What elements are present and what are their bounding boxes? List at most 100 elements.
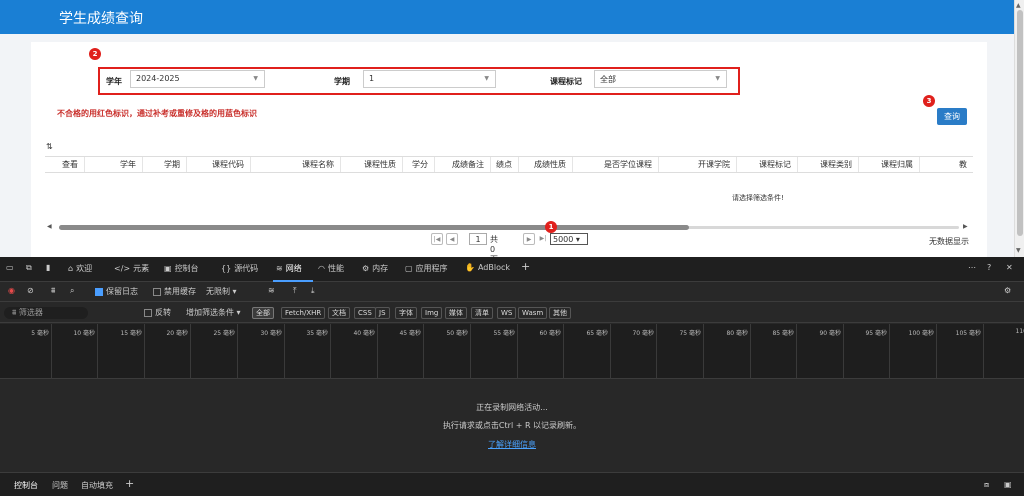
- drawer-tab-issues[interactable]: 问题: [52, 480, 68, 491]
- tab-label: 应用程序: [415, 264, 448, 273]
- year-select[interactable]: 2024-2025 ▼: [130, 70, 265, 88]
- clear-icon[interactable]: ⊘: [27, 286, 34, 295]
- tab-adblock[interactable]: ✋ AdBlock: [465, 263, 510, 272]
- page-size-select[interactable]: 5000 ▾: [550, 233, 588, 245]
- filter-chip-font[interactable]: 字体: [395, 307, 417, 319]
- close-icon[interactable]: ✕: [1006, 263, 1013, 272]
- tab-elements[interactable]: </> 元素: [114, 263, 149, 274]
- tab-network[interactable]: ≋ 网络: [276, 263, 302, 274]
- scroll-up-icon[interactable]: ▲: [1016, 2, 1021, 9]
- scrollbar-thumb[interactable]: [59, 225, 689, 230]
- scroll-down-icon[interactable]: ▼: [1016, 247, 1021, 254]
- column-header[interactable]: 教: [920, 157, 973, 172]
- filter-icon[interactable]: ⩩: [51, 286, 55, 296]
- scroll-right-icon[interactable]: ▶: [963, 223, 968, 230]
- column-header[interactable]: 成绩备注: [435, 157, 491, 172]
- download-icon[interactable]: ⤓: [311, 286, 315, 296]
- term-label: 学期: [334, 77, 350, 86]
- column-header[interactable]: 成绩性质: [519, 157, 573, 172]
- tab-performance[interactable]: ◠ 性能: [318, 263, 344, 274]
- tab-console[interactable]: ▣ 控制台: [164, 263, 199, 274]
- year-label: 学年: [106, 77, 122, 86]
- preserve-log-checkbox[interactable]: 保留日志: [95, 286, 138, 297]
- dock-icon[interactable]: ▮: [46, 263, 50, 272]
- filter-chip-manifest[interactable]: 清单: [471, 307, 493, 319]
- invert-checkbox[interactable]: 反转: [144, 307, 171, 318]
- add-drawer-tab-icon[interactable]: +: [125, 477, 134, 490]
- help-icon[interactable]: ?: [987, 263, 991, 272]
- drawer-tab-console[interactable]: 控制台: [14, 480, 38, 491]
- filter-chip-img[interactable]: Img: [421, 307, 443, 319]
- column-header[interactable]: 学期: [143, 157, 187, 172]
- page-number-input[interactable]: 1: [469, 233, 487, 245]
- column-header[interactable]: 课程类别: [798, 157, 859, 172]
- course-mark-select[interactable]: 全部 ▼: [594, 70, 727, 88]
- adblock-hand-icon: ✋: [465, 263, 475, 272]
- drawer-tab-autofill[interactable]: 自动填充: [81, 480, 113, 491]
- first-page-icon[interactable]: |◀: [431, 233, 443, 245]
- chevron-down-icon: ▼: [253, 75, 258, 82]
- filter-chip-fetch-xhr[interactable]: Fetch/XHR: [281, 307, 326, 319]
- throttle-select[interactable]: 无限制 ▾: [206, 286, 237, 297]
- inspect-icon[interactable]: ⧉: [26, 263, 32, 273]
- filter-chip-other[interactable]: 其他: [549, 307, 571, 319]
- network-conditions-icon[interactable]: ≋: [268, 286, 275, 295]
- timeline-tick: 50 毫秒: [446, 324, 471, 379]
- timeline-tick: 20 毫秒: [166, 324, 191, 379]
- query-button[interactable]: 查询: [937, 108, 967, 125]
- tab-welcome[interactable]: ⌂ 欢迎: [68, 263, 92, 274]
- next-page-icon[interactable]: ▶: [523, 233, 535, 245]
- filter-chip-all[interactable]: 全部: [252, 307, 274, 319]
- vertical-scrollbar[interactable]: ▲ ▼: [1014, 0, 1024, 257]
- scrollbar-thumb[interactable]: [1017, 10, 1023, 236]
- column-header[interactable]: 课程代码: [187, 157, 251, 172]
- horizontal-scrollbar[interactable]: ◀ ▶: [45, 223, 973, 231]
- filter-chip-media[interactable]: 媒体: [445, 307, 467, 319]
- search-icon[interactable]: ⌕: [70, 286, 74, 296]
- timeline-tick-label: 100 毫秒: [908, 330, 934, 337]
- tab-memory[interactable]: ⚙ 内存: [362, 263, 388, 274]
- filter-chip-ws[interactable]: WS: [497, 307, 517, 319]
- tab-sources[interactable]: {} 源代码: [221, 263, 258, 274]
- column-header[interactable]: 学年: [85, 157, 143, 172]
- timeline-tick-label: 10 毫秒: [73, 330, 95, 337]
- filter-chip-js[interactable]: JS: [375, 307, 390, 319]
- timeline-tick: 85 毫秒: [772, 324, 797, 379]
- column-header[interactable]: 开课学院: [659, 157, 737, 172]
- prev-page-icon[interactable]: ◀: [446, 233, 458, 245]
- column-header[interactable]: 课程归属: [859, 157, 920, 172]
- filter-chip-document[interactable]: 文档: [328, 307, 350, 319]
- filter-chip-css[interactable]: CSS: [354, 307, 376, 319]
- last-page-icon[interactable]: ▶|: [537, 233, 549, 245]
- timeline-tick-label: 15 毫秒: [120, 330, 142, 337]
- device-toolbar-icon[interactable]: ▭: [6, 263, 14, 272]
- filter-chip-wasm[interactable]: Wasm: [518, 307, 548, 319]
- upload-icon[interactable]: ⤒: [293, 286, 297, 296]
- column-header[interactable]: 绩点: [491, 157, 519, 172]
- scroll-left-icon[interactable]: ◀: [47, 223, 52, 230]
- record-icon[interactable]: ◉: [8, 286, 15, 295]
- tab-application[interactable]: ▢ 应用程序: [405, 263, 448, 274]
- learn-more-link[interactable]: 了解详细信息: [0, 439, 1024, 450]
- network-filter-input[interactable]: ⩩ 筛选器: [4, 307, 88, 319]
- column-header[interactable]: 查看: [45, 157, 85, 172]
- undock-icon[interactable]: ▣: [1004, 480, 1012, 489]
- add-tab-icon[interactable]: +: [521, 260, 530, 273]
- course-mark-label: 课程标记: [550, 77, 582, 86]
- network-timeline[interactable]: 5 毫秒 10 毫秒 15 毫秒 20 毫秒 25 毫秒 30 毫秒 35 毫秒 40 毫秒 4…: [0, 324, 1024, 379]
- column-header[interactable]: 课程标记: [737, 157, 798, 172]
- empty-table-message: 请选择筛选条件!: [732, 194, 784, 202]
- recording-hint-text: 执行请求或点击Ctrl + R 以记录刷新。: [442, 421, 582, 430]
- timeline-tick: 90 毫秒: [819, 324, 844, 379]
- dock-side-icon[interactable]: ⧈: [984, 480, 989, 490]
- column-header[interactable]: 学分: [403, 157, 435, 172]
- column-header[interactable]: 课程名称: [251, 157, 341, 172]
- more-icon[interactable]: ⋯: [968, 263, 976, 272]
- disable-cache-checkbox[interactable]: 禁用缓存: [153, 286, 196, 297]
- term-select[interactable]: 1 ▼: [363, 70, 496, 88]
- column-header[interactable]: 是否学位课程: [573, 157, 659, 172]
- more-filters-dropdown[interactable]: 增加筛选条件 ▾: [186, 307, 241, 318]
- column-header[interactable]: 课程性质: [341, 157, 403, 172]
- sort-icon[interactable]: ⇅: [46, 142, 53, 151]
- settings-gear-icon[interactable]: ⚙: [1004, 286, 1011, 295]
